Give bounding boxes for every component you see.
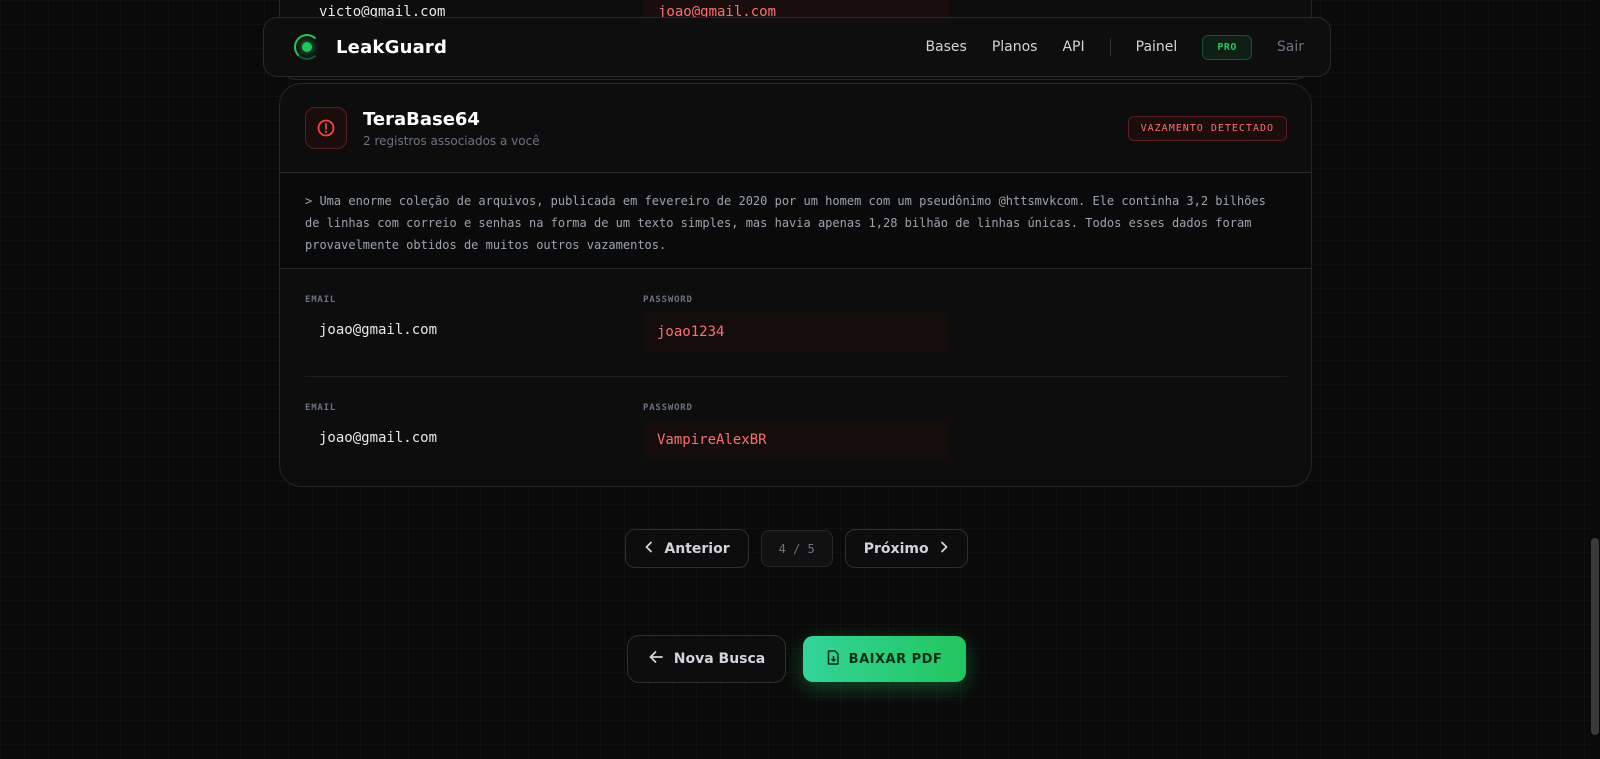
password-value: VampireAlexBR <box>643 421 949 459</box>
alert-icon <box>305 107 347 149</box>
pro-badge: PRO <box>1202 34 1252 60</box>
email-label: EMAIL <box>305 295 337 305</box>
records-list: EMAIL joao@gmail.com PASSWORD joao1234 E… <box>280 269 1311 485</box>
nav-link-painel[interactable]: Painel <box>1136 39 1178 55</box>
password-value: joao1234 <box>643 313 949 351</box>
action-bar: Nova Busca BAIXAR PDF <box>0 635 1600 683</box>
previous-page-button[interactable]: Anterior <box>625 529 749 568</box>
logo-icon <box>292 32 322 62</box>
file-download-icon <box>827 649 840 669</box>
scrollbar-thumb[interactable] <box>1591 538 1599 735</box>
download-pdf-button[interactable]: BAIXAR PDF <box>803 636 966 682</box>
arrow-left-icon <box>648 650 664 668</box>
password-label: PASSWORD <box>643 403 693 413</box>
password-label: PASSWORD <box>643 295 693 305</box>
email-label: EMAIL <box>305 403 337 413</box>
logout-link[interactable]: Sair <box>1277 39 1304 55</box>
new-search-label: Nova Busca <box>673 651 766 667</box>
chevron-right-icon <box>939 541 949 557</box>
nav-link-api[interactable]: API <box>1062 39 1084 55</box>
pagination: Anterior 4 / 5 Próximo <box>0 529 1600 568</box>
chevron-left-icon <box>644 541 654 557</box>
breach-name: TeraBase64 <box>363 108 480 130</box>
next-page-label: Próximo <box>863 540 929 557</box>
email-value: joao@gmail.com <box>319 430 438 446</box>
navbar: LeakGuard Bases Planos API Painel PRO Sa… <box>263 17 1331 77</box>
breach-card-header: TeraBase64 2 registros associados a você… <box>280 84 1311 173</box>
record-row: EMAIL joao@gmail.com PASSWORD joao1234 <box>305 269 1287 377</box>
previous-page-label: Anterior <box>664 540 730 557</box>
breach-description: > Uma enorme coleção de arquivos, public… <box>280 173 1311 269</box>
email-value: joao@gmail.com <box>319 322 438 338</box>
breach-subtitle: 2 registros associados a você <box>363 133 540 148</box>
leak-status-badge: VAZAMENTO DETECTADO <box>1127 115 1287 141</box>
download-pdf-label: BAIXAR PDF <box>848 651 943 667</box>
nav-links: Bases Planos API Painel PRO Sair <box>925 34 1304 60</box>
nav-link-planos[interactable]: Planos <box>992 39 1038 55</box>
next-page-button[interactable]: Próximo <box>844 529 968 568</box>
brand[interactable]: LeakGuard <box>292 32 447 62</box>
nav-divider <box>1109 38 1111 56</box>
brand-name: LeakGuard <box>336 36 448 58</box>
page-indicator: 4 / 5 <box>760 530 833 567</box>
breach-card: TeraBase64 2 registros associados a você… <box>279 83 1312 487</box>
nav-link-bases[interactable]: Bases <box>925 39 966 55</box>
new-search-button[interactable]: Nova Busca <box>627 635 786 683</box>
record-row: EMAIL joao@gmail.com PASSWORD VampireAle… <box>305 377 1287 485</box>
